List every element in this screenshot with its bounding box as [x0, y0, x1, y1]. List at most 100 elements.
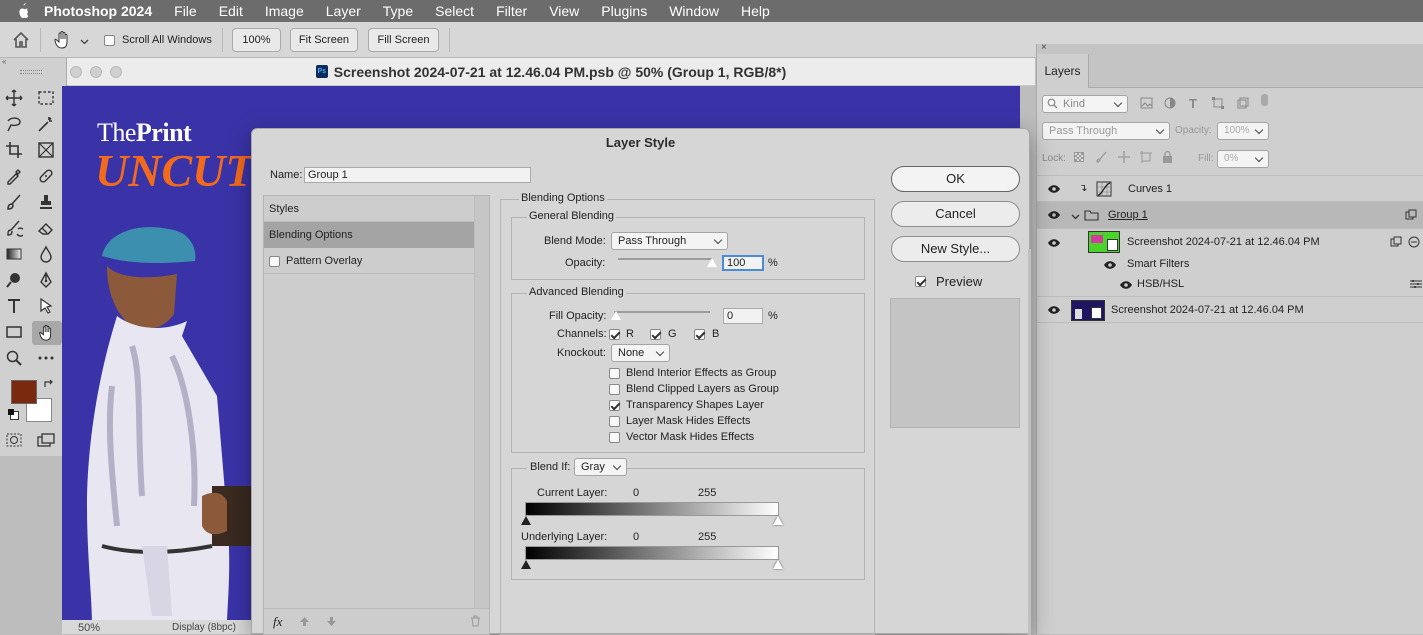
- opacity-slider-thumb[interactable]: [707, 258, 717, 267]
- current-layer-black-thumb[interactable]: [521, 516, 531, 525]
- blur-tool-icon[interactable]: [34, 243, 58, 265]
- path-selection-icon[interactable]: [34, 295, 58, 317]
- layer-blend-mode-select[interactable]: Pass Through: [1042, 122, 1170, 140]
- underlying-layer-gradient[interactable]: [525, 546, 779, 560]
- gradient-tool-icon[interactable]: [2, 243, 26, 265]
- type-filter-icon[interactable]: T: [1189, 96, 1197, 111]
- zoom-level[interactable]: 50%: [78, 622, 100, 634]
- eye-icon[interactable]: [1047, 184, 1061, 194]
- eyedropper-icon[interactable]: [2, 165, 26, 187]
- layer-row-smart-object[interactable]: Screenshot 2024-07-21 at 12.46.04 PM Sma…: [1037, 229, 1423, 298]
- fill-opacity-input[interactable]: 0: [723, 308, 763, 324]
- blend-if-select[interactable]: Gray: [574, 458, 627, 476]
- new-style-button[interactable]: New Style...: [891, 236, 1020, 262]
- history-brush-icon[interactable]: [2, 217, 26, 239]
- fit-screen-button[interactable]: Fit Screen: [290, 28, 358, 52]
- menu-edit[interactable]: Edit: [219, 3, 243, 19]
- blend-clipped-checkbox[interactable]: [609, 383, 620, 395]
- close-window-button[interactable]: [70, 66, 82, 78]
- grip-icon[interactable]: [20, 70, 42, 74]
- fill-screen-button[interactable]: Fill Screen: [368, 28, 439, 52]
- adjustment-filter-icon[interactable]: [1164, 97, 1176, 112]
- menu-select[interactable]: Select: [435, 3, 474, 19]
- name-input[interactable]: Group 1: [304, 167, 531, 183]
- pattern-overlay-item[interactable]: Pattern Overlay: [264, 248, 474, 274]
- preview-checkbox[interactable]: [915, 275, 926, 287]
- vector-mask-hides-checkbox[interactable]: [609, 431, 620, 443]
- healing-brush-icon[interactable]: [34, 165, 58, 187]
- lock-pixels-icon[interactable]: [1096, 151, 1108, 166]
- move-down-icon[interactable]: [326, 616, 337, 630]
- eye-icon[interactable]: [1047, 238, 1061, 248]
- layer-row-group[interactable]: Group 1: [1037, 202, 1423, 229]
- hand-tool-icon[interactable]: [54, 30, 72, 53]
- channel-r-checkbox[interactable]: [609, 328, 620, 340]
- knockout-select[interactable]: None: [611, 344, 670, 362]
- marquee-tool-icon[interactable]: [34, 87, 58, 109]
- frame-tool-icon[interactable]: [34, 139, 58, 161]
- eye-icon[interactable]: [1119, 280, 1133, 290]
- stamp-tool-icon[interactable]: [34, 191, 58, 213]
- menu-image[interactable]: Image: [265, 3, 304, 19]
- channel-g-checkbox[interactable]: [650, 328, 661, 340]
- dodge-tool-icon[interactable]: [2, 269, 26, 291]
- underlying-layer-black-thumb[interactable]: [521, 560, 531, 569]
- zoom-window-button[interactable]: [110, 66, 122, 78]
- cancel-button[interactable]: Cancel: [891, 201, 1020, 227]
- pixel-filter-icon[interactable]: [1140, 97, 1153, 112]
- fill-opacity-slider[interactable]: [614, 311, 710, 313]
- opacity-slider[interactable]: [618, 258, 712, 260]
- tab-layers[interactable]: Layers: [1037, 54, 1089, 88]
- shape-filter-icon[interactable]: [1212, 97, 1224, 112]
- home-icon[interactable]: [12, 31, 30, 52]
- magic-wand-icon[interactable]: [34, 113, 58, 135]
- menu-file[interactable]: File: [174, 3, 197, 19]
- crop-tool-icon[interactable]: [2, 139, 26, 161]
- current-layer-white-thumb[interactable]: [773, 516, 783, 525]
- underlying-layer-white-thumb[interactable]: [773, 560, 783, 569]
- swap-colors-icon[interactable]: [43, 378, 55, 393]
- blend-interior-checkbox[interactable]: [609, 367, 620, 379]
- smart-object-filter-icon[interactable]: [1237, 97, 1249, 112]
- chevron-down-icon[interactable]: [80, 36, 89, 48]
- ok-button[interactable]: OK: [891, 166, 1020, 192]
- opacity-input[interactable]: 100: [722, 255, 764, 271]
- collapse-icon[interactable]: «: [0, 58, 66, 66]
- eye-icon[interactable]: [1103, 260, 1117, 270]
- styles-scrollbar[interactable]: [474, 196, 489, 608]
- layer-fill-input[interactable]: 0%: [1217, 150, 1269, 168]
- default-colors-icon[interactable]: [8, 409, 19, 420]
- channel-b-checkbox[interactable]: [694, 328, 705, 340]
- foreground-color-swatch[interactable]: [11, 380, 37, 404]
- chevron-down-icon[interactable]: [1071, 211, 1080, 223]
- layer-row-screenshot[interactable]: Screenshot 2024-07-21 at 12.46.04 PM: [1037, 296, 1423, 323]
- move-tool-icon[interactable]: [2, 87, 26, 109]
- lock-all-icon[interactable]: [1162, 150, 1173, 166]
- fx-icon[interactable]: fx: [273, 614, 282, 630]
- move-up-icon[interactable]: [299, 616, 310, 630]
- menu-help[interactable]: Help: [741, 3, 770, 19]
- layer-row-curves[interactable]: ↴ Curves 1: [1037, 175, 1423, 202]
- brush-tool-icon[interactable]: [2, 191, 26, 213]
- lock-artboard-icon[interactable]: [1140, 151, 1152, 166]
- apple-icon[interactable]: [14, 2, 32, 20]
- layer-opacity-input[interactable]: 100%: [1217, 122, 1269, 140]
- menu-view[interactable]: View: [549, 3, 579, 19]
- rectangle-tool-icon[interactable]: [2, 321, 26, 343]
- filter-options-icon[interactable]: [1410, 279, 1422, 292]
- app-name[interactable]: Photoshop 2024: [44, 3, 152, 19]
- trash-icon[interactable]: [470, 615, 481, 630]
- close-panel-icon[interactable]: ×: [1041, 42, 1047, 53]
- pattern-overlay-checkbox[interactable]: [269, 255, 280, 267]
- current-layer-gradient[interactable]: [525, 502, 779, 516]
- more-tools-icon[interactable]: [34, 347, 58, 369]
- fill-opacity-slider-thumb[interactable]: [611, 311, 621, 320]
- type-tool-icon[interactable]: [2, 295, 26, 317]
- minimize-window-button[interactable]: [90, 66, 102, 78]
- eraser-tool-icon[interactable]: [34, 217, 58, 239]
- layer-mask-hides-checkbox[interactable]: [609, 415, 620, 427]
- pen-tool-icon[interactable]: [34, 269, 58, 291]
- lock-position-icon[interactable]: [1118, 151, 1130, 166]
- eye-icon[interactable]: [1047, 305, 1061, 315]
- blending-options-item[interactable]: Blending Options: [264, 222, 474, 248]
